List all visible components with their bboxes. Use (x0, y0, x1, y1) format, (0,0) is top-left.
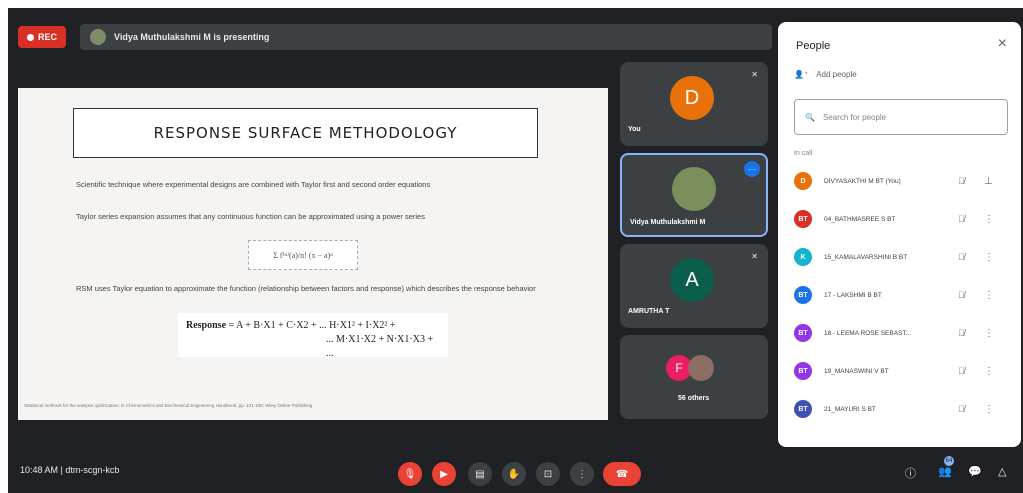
tile-name: You (628, 126, 641, 133)
leave-call-button[interactable]: ☎ (603, 462, 641, 486)
more-vert-icon[interactable]: ⋮ (984, 328, 994, 339)
mic-off-icon: 🎙̸ (958, 404, 965, 414)
present-button[interactable]: ⊡ (536, 462, 560, 486)
participant-row[interactable]: BT 04_BATHMASREE S BT 🎙̸ ⋮ (794, 208, 1014, 230)
search-placeholder: Search for people (822, 112, 887, 122)
presentation-slide: RESPONSE SURFACE METHODOLOGY Scientific … (18, 88, 608, 420)
taylor-formula: Σ f⁽ⁿ⁾(a)/n! (x − a)ⁿ (248, 240, 358, 270)
participant-row[interactable]: BT 21_MAYURI S BT 🎙̸ ⋮ (794, 398, 1014, 420)
mic-off-icon: ✕ (751, 252, 758, 261)
avatar: BT (794, 400, 812, 418)
presenter-avatar (90, 29, 106, 45)
mic-off-icon: 🎙̸ (958, 290, 965, 300)
captions-button[interactable]: ▤ (468, 462, 492, 486)
avatar: BT (794, 286, 812, 304)
add-people-label: Add people (816, 70, 857, 79)
tile-others[interactable]: F 56 others (620, 335, 768, 419)
more-options-button[interactable]: ⋮ (570, 462, 594, 486)
participant-row[interactable]: BT 19_MANASWINI V BT 🎙̸ ⋮ (794, 360, 1014, 382)
avatar: A (670, 258, 714, 302)
avatar: BT (794, 210, 812, 228)
mic-off-icon: 🎙̸ (958, 176, 965, 186)
more-vert-icon[interactable]: ⋮ (984, 290, 994, 301)
presenter-photo (672, 167, 716, 211)
more-vert-icon[interactable]: ⋮ (984, 214, 994, 225)
raise-hand-button[interactable]: ✋ (502, 462, 526, 486)
record-dot-icon (26, 33, 34, 41)
mic-off-icon: 🎙̸ (958, 214, 965, 224)
slide-paragraph-2: Taylor series expansion assumes that any… (76, 212, 425, 221)
chat-icon[interactable]: 💬 (968, 465, 982, 478)
tile-amrutha[interactable]: A ✕ AMRUTHA T (620, 244, 768, 328)
mic-off-icon: 🎙̸ (958, 366, 965, 376)
participant-count: 64 (944, 456, 954, 466)
avatar: K (794, 248, 812, 266)
tile-name: 56 others (678, 395, 710, 402)
more-vert-icon[interactable]: ⋮ (984, 404, 994, 415)
camera-toggle-button[interactable]: ▶ (432, 462, 456, 486)
participant-row[interactable]: BT 18 - LEEMA ROSE SEBAST... 🎙̸ ⋮ (794, 322, 1014, 344)
response-line-2: ... M·X1·X2 + N·X1·X3 + ... (326, 334, 434, 359)
panel-title: People (796, 40, 831, 52)
avatar: D (794, 172, 812, 190)
close-icon[interactable]: × (998, 35, 1007, 53)
pin-icon[interactable]: ⊥ (984, 176, 993, 187)
add-person-icon: 👤⁺ (794, 70, 809, 79)
participant-name: 15_KAMALAVARSHINI B BT (824, 253, 908, 261)
participant-name: 17 - LAKSHMI B BT (824, 291, 882, 299)
activities-icon[interactable]: △ (998, 465, 1006, 478)
avatar: BT (794, 362, 812, 380)
participant-name: 18 - LEEMA ROSE SEBAST... (824, 329, 912, 337)
presenting-bar: Vidya Muthulakshmi M is presenting (80, 24, 772, 50)
response-equation: Response = A + B·X1 + C·X2 + ... H·X1² +… (178, 313, 448, 359)
slide-paragraph-3: RSM uses Taylor equation to approximate … (76, 284, 536, 293)
participant-name: 04_BATHMASREE S BT (824, 215, 896, 223)
participant-name: DIVYASAKTHI M BT (You) (824, 177, 901, 185)
avatar: D (670, 76, 714, 120)
participant-row[interactable]: D DIVYASAKTHI M BT (You) 🎙̸ ⊥ (794, 170, 1014, 192)
time-meeting-code: 10:48 AM | dtm-scgn-kcb (20, 465, 120, 475)
mic-off-icon: 🎙̸ (958, 252, 965, 262)
tile-you[interactable]: D ✕ You (620, 62, 768, 146)
participant-row[interactable]: BT 17 - LAKSHMI B BT 🎙̸ ⋮ (794, 284, 1014, 306)
people-icon[interactable]: 👥 (938, 465, 952, 478)
presenting-text: Vidya Muthulakshmi M is presenting (114, 32, 270, 42)
more-options-icon[interactable]: ⋯ (744, 161, 760, 177)
mic-off-icon: ✕ (751, 70, 758, 79)
more-vert-icon[interactable]: ⋮ (984, 252, 994, 263)
response-line-1: = A + B·X1 + C·X2 + ... H·X1² + I·X2² + (228, 320, 396, 331)
people-panel: People × 👤⁺ Add people 🔍 Search for peop… (778, 22, 1021, 447)
response-label: Response (186, 320, 227, 331)
section-label: In call (794, 150, 813, 157)
screenshot-root: REC Vidya Muthulakshmi M is presenting R… (0, 0, 1023, 493)
participant-row[interactable]: K 15_KAMALAVARSHINI B BT 🎙̸ ⋮ (794, 246, 1014, 268)
more-vert-icon[interactable]: ⋮ (984, 366, 994, 377)
participant-name: 19_MANASWINI V BT (824, 367, 889, 375)
tile-name: AMRUTHA T (628, 308, 670, 315)
recording-label: REC (37, 32, 57, 42)
slide-footnote: Statistical methods for the analysis opt… (24, 403, 313, 408)
search-input[interactable]: 🔍 Search for people (794, 99, 1008, 135)
participant-name: 21_MAYURI S BT (824, 405, 876, 413)
search-icon: 🔍 (805, 112, 815, 122)
mic-toggle-button[interactable]: 🎙 (398, 462, 422, 486)
slide-title: RESPONSE SURFACE METHODOLOGY (73, 108, 538, 158)
tile-name: Vidya Muthulakshmi M (630, 219, 706, 226)
avatar: BT (794, 324, 812, 342)
recording-badge: REC (18, 26, 66, 48)
slide-paragraph-1: Scientific technique where experimental … (76, 180, 431, 189)
add-people-button[interactable]: 👤⁺ Add people (794, 70, 857, 79)
tile-presenter[interactable]: ⋯ Vidya Muthulakshmi M (620, 153, 768, 237)
avatar (688, 355, 714, 381)
mic-off-icon: 🎙̸ (958, 328, 965, 338)
info-icon[interactable]: ⓘ (905, 465, 916, 481)
